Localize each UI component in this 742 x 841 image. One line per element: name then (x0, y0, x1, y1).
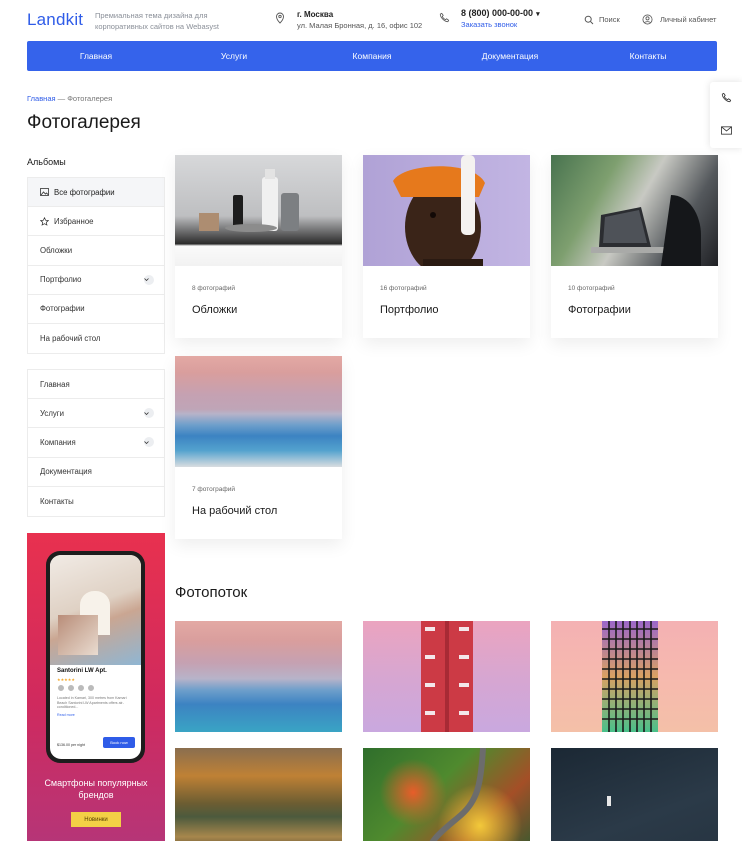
app-price: $136.00 per night (57, 743, 85, 747)
account-link[interactable]: Личный кабинет (660, 15, 716, 24)
nav-item-company[interactable]: Компания (303, 41, 441, 71)
photo-ocean-boat[interactable] (551, 748, 718, 841)
album-cover-image (175, 356, 342, 467)
breadcrumb-home[interactable]: Главная (27, 94, 56, 103)
album-name: Обложки (192, 304, 238, 316)
star-icon (40, 216, 49, 226)
album-item-covers[interactable]: Обложки (28, 236, 164, 266)
album-photo-count: 8 фотографий (192, 285, 235, 292)
album-card-desktop[interactable]: 7 фотографий На рабочий стол (175, 356, 342, 539)
album-item-favorites[interactable]: Избранное (28, 207, 164, 237)
album-item-portfolio[interactable]: Портфолио (28, 266, 164, 295)
phone-icon[interactable] (721, 92, 732, 103)
breadcrumb: Главная — Фотогалерея (27, 94, 112, 103)
album-item-label: Портфолио (40, 275, 82, 285)
floating-contact-tab (710, 82, 742, 148)
nav-item-contacts[interactable]: Контакты (579, 41, 717, 71)
promo-banner[interactable]: Santorini LW Apt. ★★★★★ Located in Kamar… (27, 533, 165, 841)
site-menu-label: Услуги (40, 408, 64, 418)
search-icon[interactable] (584, 15, 594, 25)
search-link[interactable]: Поиск (599, 15, 620, 24)
photo-forest-road[interactable] (363, 748, 530, 841)
photo-autumn-forest[interactable] (175, 748, 342, 841)
album-item-photos[interactable]: Фотографии (28, 295, 164, 324)
site-header: Landkit Премиальная тема дизайна для кор… (0, 0, 742, 40)
photo-colorful-building[interactable] (551, 621, 718, 732)
photostream-heading: Фотопоток (175, 584, 248, 601)
main-nav: Главная Услуги Компания Документация Кон… (27, 41, 717, 71)
avatars (57, 684, 97, 692)
image-icon (40, 188, 49, 196)
user-icon[interactable] (642, 14, 653, 25)
album-name: Портфолио (380, 304, 439, 316)
albums-menu: Все фотографии Избранное Обложки Портфол… (27, 177, 165, 355)
album-cover-image (551, 155, 718, 266)
app-title: Santorini LW Apt. (57, 668, 107, 674)
album-photo-count: 7 фотографий (192, 486, 235, 493)
rating-stars-icon: ★★★★★ (57, 677, 75, 682)
photo-sunset-sea[interactable] (175, 621, 342, 732)
nav-item-docs[interactable]: Документация (441, 41, 579, 71)
nav-item-services[interactable]: Услуги (165, 41, 303, 71)
album-photo-count: 10 фотографий (568, 285, 615, 292)
album-item-desktop[interactable]: На рабочий стол (28, 324, 164, 353)
nav-item-home[interactable]: Главная (27, 41, 165, 71)
chevron-down-icon[interactable] (144, 274, 154, 285)
phone-number[interactable]: 8 (800) 000-00-00 ▾ (461, 8, 540, 18)
site-menu-company[interactable]: Компания (28, 428, 164, 458)
album-photo-count: 16 фотографий (380, 285, 427, 292)
promo-button[interactable]: Новинки (71, 812, 121, 827)
promo-title: Смартфоны популярных брендов (44, 778, 148, 800)
photo-red-building[interactable] (363, 621, 530, 732)
product-photo (199, 169, 299, 232)
location-pin-icon (276, 12, 284, 24)
hotel-photo (50, 555, 141, 665)
app-read-more: Read more (57, 713, 75, 717)
tagline: Премиальная тема дизайна для корпоративн… (95, 11, 219, 31)
album-cover-image (175, 155, 342, 266)
smartphone-image: Santorini LW Apt. ★★★★★ Located in Kamar… (46, 551, 145, 763)
site-menu-home[interactable]: Главная (28, 370, 164, 400)
address: ул. Малая Бронная, д. 16, офис 102 (297, 21, 423, 30)
app-book-button: Book now (103, 737, 135, 748)
site-menu: Главная Услуги Компания Документация Кон… (27, 369, 165, 517)
chevron-down-icon[interactable] (144, 408, 154, 419)
phone-number-text: 8 (800) 000-00-00 (461, 8, 534, 18)
phone-screen: Santorini LW Apt. ★★★★★ Located in Kamar… (50, 555, 141, 759)
mail-icon[interactable] (721, 126, 732, 135)
chevron-down-icon[interactable] (144, 437, 154, 448)
breadcrumb-current: Фотогалерея (67, 94, 113, 103)
album-item-label: Избранное (54, 216, 94, 226)
logo[interactable]: Landkit (27, 10, 83, 30)
app-text: Located in Kamari, 300 metres from Kamar… (57, 696, 127, 710)
album-name: Фотографии (568, 304, 631, 316)
portrait-photo (393, 155, 485, 266)
album-name: На рабочий стол (192, 505, 278, 517)
chevron-down-icon: ▾ (536, 11, 540, 18)
album-cover-image (363, 155, 530, 266)
callback-link[interactable]: Заказать звонок (461, 20, 517, 29)
site-menu-label: Компания (40, 437, 76, 447)
site-menu-services[interactable]: Услуги (28, 399, 164, 429)
album-card-photos[interactable]: 10 фотографий Фотографии (551, 155, 718, 338)
breadcrumb-separator: — (57, 94, 66, 103)
album-card-covers[interactable]: 8 фотографий Обложки (175, 155, 342, 338)
city: г. Москва (297, 10, 334, 19)
albums-heading: Альбомы (27, 157, 66, 167)
album-card-portfolio[interactable]: 16 фотографий Портфолио (363, 155, 530, 338)
album-item-all[interactable]: Все фотографии (28, 178, 164, 208)
site-menu-docs[interactable]: Документация (28, 458, 164, 487)
laptop-photo (591, 195, 701, 266)
page-title: Фотогалерея (27, 112, 141, 133)
album-item-label: Все фотографии (54, 187, 115, 197)
site-menu-contacts[interactable]: Контакты (28, 487, 164, 516)
phone-icon (439, 12, 450, 23)
